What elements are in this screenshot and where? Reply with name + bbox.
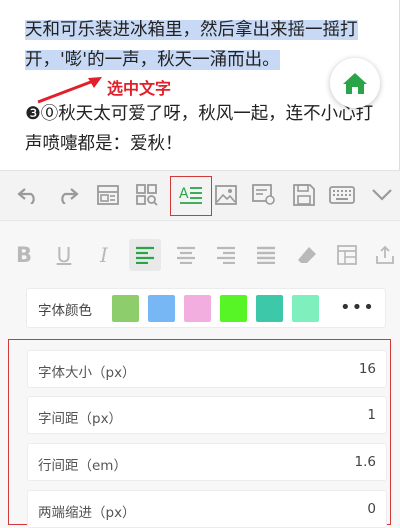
chevron-down-icon[interactable] [368, 181, 396, 209]
save-icon[interactable] [290, 181, 318, 209]
font-size-label: 字体大小（px） [38, 365, 136, 381]
letter-spacing-field[interactable]: 字间距（px） 1 [27, 396, 387, 434]
image-icon[interactable] [212, 181, 240, 209]
grid-search-icon[interactable] [133, 181, 161, 209]
paragraph-line-1: ❸⓪秋天太可爱了呀，秋风一起，连不小心打 [25, 104, 374, 124]
redo-icon[interactable] [54, 181, 82, 209]
align-right-button[interactable] [210, 239, 242, 271]
table-icon [337, 245, 357, 265]
paragraph[interactable]: ❸⓪秋天太可爱了呀，秋风一起，连不小心打 声喷嚏都是：爱秋！ [25, 99, 387, 159]
color-swatch[interactable] [148, 295, 175, 322]
eraser-button[interactable] [291, 239, 323, 271]
line-height-label: 行间距（em） [38, 458, 127, 474]
line-height-value[interactable]: 1.6 [355, 454, 376, 470]
share-icon [376, 245, 394, 264]
share-button[interactable] [369, 239, 400, 271]
editor-content[interactable]: 天和可乐装进冰箱里，然后拿出来摇一摇打 开，'嘭'的一声，秋天一涌而出。 选中文… [0, 0, 400, 170]
format-row: B U I [0, 235, 400, 275]
format-panel: B U I 字体颜色 ••• 字体大小（px） 16 字间距（px） 1 行间距… [0, 220, 400, 528]
align-center-button[interactable] [170, 239, 202, 271]
bold-button[interactable]: B [8, 239, 40, 271]
font-size-value[interactable]: 16 [359, 361, 376, 377]
font-size-field[interactable]: 字体大小（px） 16 [27, 350, 387, 388]
eraser-icon [298, 247, 316, 263]
undo-icon[interactable] [14, 181, 42, 209]
text-format-icon[interactable]: A [177, 181, 205, 209]
table-button[interactable] [331, 239, 363, 271]
color-swatch[interactable] [292, 295, 319, 322]
color-swatch[interactable] [112, 295, 139, 322]
align-left-button[interactable] [129, 239, 161, 271]
annotation-label: 选中文字 [107, 79, 172, 98]
selected-text-line-1: 天和可乐装进冰箱里，然后拿出来摇一摇打 [25, 20, 358, 40]
paragraph-selected[interactable]: 天和可乐装进冰箱里，然后拿出来摇一摇打 开，'嘭'的一声，秋天一涌而出。 [25, 15, 387, 75]
selected-text-line-2: 开，'嘭'的一声，秋天一涌而出。 [25, 50, 280, 70]
align-right-icon [217, 246, 235, 264]
font-color-row: 字体颜色 ••• [26, 288, 386, 328]
line-height-field[interactable]: 行间距（em） 1.6 [27, 443, 387, 481]
home-button[interactable] [330, 58, 380, 108]
indent-value[interactable]: 0 [367, 501, 376, 517]
letter-spacing-value[interactable]: 1 [367, 407, 376, 423]
more-colors-button[interactable]: ••• [340, 297, 375, 318]
editor-toolbar: A [0, 170, 400, 220]
italic-button[interactable]: I [88, 239, 120, 271]
layout-icon[interactable] [94, 181, 122, 209]
doc-settings-icon[interactable] [250, 181, 278, 209]
keyboard-icon[interactable] [328, 181, 356, 209]
letter-spacing-label: 字间距（px） [38, 411, 123, 427]
align-justify-button[interactable] [250, 239, 282, 271]
color-swatch[interactable] [256, 295, 283, 322]
color-swatch[interactable] [220, 295, 247, 322]
indent-label: 两端缩进（px） [38, 505, 136, 521]
align-justify-icon [257, 246, 275, 264]
align-left-icon [136, 246, 154, 264]
font-color-label: 字体颜色 [38, 303, 92, 319]
color-swatch[interactable] [184, 295, 211, 322]
svg-text:A: A [179, 186, 189, 202]
home-icon [343, 73, 367, 94]
text-settings-highlight: 字体大小（px） 16 字间距（px） 1 行间距（em） 1.6 两端缩进（p… [8, 339, 391, 528]
indent-field[interactable]: 两端缩进（px） 0 [27, 490, 387, 528]
underline-button[interactable]: U [48, 239, 80, 271]
align-center-icon [177, 246, 195, 264]
paragraph-line-2: 声喷嚏都是：爱秋！ [25, 134, 183, 154]
